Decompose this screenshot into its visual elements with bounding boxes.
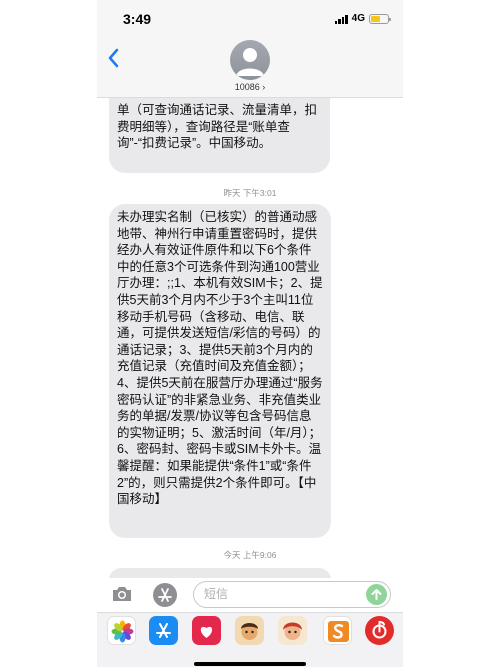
sohu-app-icon[interactable] — [323, 616, 352, 645]
status-indicators: 4G — [334, 13, 391, 24]
heart-app-icon[interactable] — [192, 616, 221, 645]
camera-icon[interactable] — [111, 584, 133, 604]
message-placeholder: 短信 — [204, 587, 229, 601]
arrow-up-icon[interactable] — [366, 584, 387, 605]
chevron-left-icon[interactable] — [107, 48, 119, 68]
photos-app-icon[interactable] — [107, 616, 136, 645]
conversation-header: 10086 › — [97, 36, 403, 98]
message-timestamp: 昨天 下午3:01 — [223, 188, 277, 198]
netease-music-app-icon[interactable] — [365, 616, 394, 645]
contact-avatar[interactable] — [230, 40, 270, 80]
status-time: 3:49 — [123, 11, 152, 27]
network-type: 4G — [351, 13, 365, 24]
battery-icon — [369, 13, 391, 24]
home-indicator[interactable] — [194, 662, 306, 666]
phone-screen: 3:49 4G 10086 › 单（可查询通话记录、流量清单，扣费明细等），查询… — [97, 0, 403, 667]
message-timestamp: 今天 上午9:06 — [223, 550, 277, 560]
message-input-bar: 短信 — [97, 578, 403, 612]
contact-name[interactable]: 10086 › — [97, 82, 403, 92]
message-bubble[interactable]: 单（可查询通话记录、流量清单，扣费明细等），查询路径是“账单查询”-“扣费记录”… — [109, 98, 330, 173]
message-bubble[interactable]: 未办理实名制（已核实）的普通动感地带、神州行申请重置密码时，提供经办人有效证件原… — [109, 204, 331, 538]
memoji-app-icon[interactable] — [278, 616, 307, 645]
background-left — [0, 0, 97, 667]
app-drawer — [97, 612, 403, 667]
status-bar: 3:49 4G — [97, 0, 403, 36]
memoji-app-icon[interactable] — [235, 616, 264, 645]
signal-icon — [334, 14, 348, 24]
app-store-icon[interactable] — [153, 583, 177, 607]
message-text-field[interactable]: 短信 — [193, 581, 391, 608]
background-right — [403, 0, 500, 667]
app-store-app-icon[interactable] — [149, 616, 178, 645]
